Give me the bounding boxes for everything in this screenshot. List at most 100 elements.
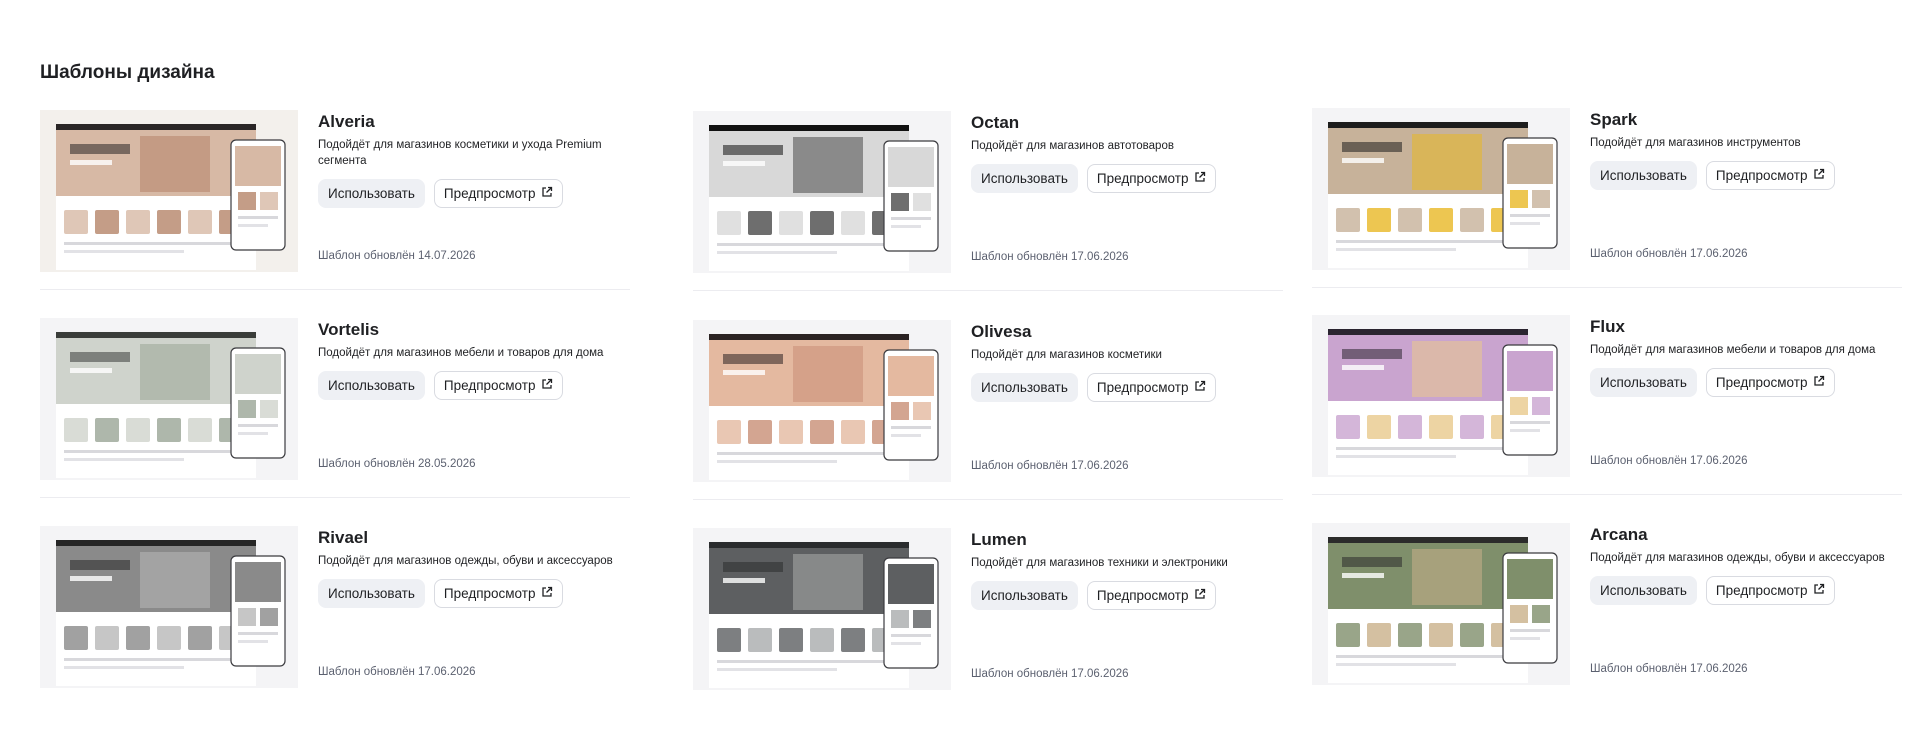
template-name: Octan: [971, 113, 1020, 132]
template-updated-date: Шаблон обновлён 17.06.2026: [1590, 248, 1748, 260]
template-updated-date: Шаблон обновлён 17.06.2026: [318, 666, 476, 678]
external-link-icon: [541, 186, 553, 201]
template-actions: Использовать Предпросмотр: [971, 164, 1283, 193]
use-template-button[interactable]: Использовать: [1590, 161, 1697, 190]
template-info: Alveria Подойдёт для магазинов косметики …: [318, 111, 630, 208]
template-description: Подойдёт для магазинов автотоваров: [971, 140, 1174, 152]
template-preview-image[interactable]: [40, 526, 298, 688]
external-link-icon: [1813, 375, 1825, 390]
template-preview-image[interactable]: [1312, 108, 1570, 270]
template-actions: Использовать Предпросмотр: [1590, 368, 1902, 397]
template-preview-image[interactable]: [693, 528, 951, 690]
template-info: Lumen Подойдёт для магазинов техники и эл…: [971, 529, 1283, 610]
preview-label: Предпросмотр: [1715, 583, 1808, 598]
template-name: Rivael: [318, 528, 369, 547]
template-preview-image[interactable]: [1312, 523, 1570, 685]
template-updated-date: Шаблон обновлён 14.07.2026: [318, 250, 476, 262]
preview-template-button[interactable]: Предпросмотр: [433, 179, 564, 208]
use-template-button[interactable]: Использовать: [318, 179, 425, 208]
template-description: Подойдёт для магазинов одежды, обуви и а…: [1590, 552, 1885, 564]
template-actions: Использовать Предпросмотр: [971, 581, 1283, 610]
external-link-icon: [1194, 380, 1206, 395]
template-preview-image[interactable]: [40, 110, 298, 272]
page-title: Шаблоны дизайна: [40, 62, 215, 83]
template-description: Подойдёт для магазинов мебели и товаров …: [318, 347, 604, 359]
template-description: Подойдёт для магазинов мебели и товаров …: [1590, 344, 1876, 356]
template-preview-image[interactable]: [693, 320, 951, 482]
template-updated-date: Шаблон обновлён 17.06.2026: [971, 251, 1129, 263]
use-template-button[interactable]: Использовать: [318, 371, 425, 400]
template-actions: Использовать Предпросмотр: [1590, 161, 1902, 190]
template-updated-date: Шаблон обновлён 17.06.2026: [971, 460, 1129, 472]
preview-label: Предпросмотр: [443, 586, 536, 601]
template-name: Vortelis: [318, 320, 380, 339]
template-info: Arcana Подойдёт для магазинов одежды, обу…: [1590, 524, 1902, 605]
preview-template-button[interactable]: Предпросмотр: [1705, 368, 1836, 397]
template-info: Spark Подойдёт для магазинов инструментов…: [1590, 109, 1902, 190]
template-name: Alveria: [318, 112, 375, 131]
use-template-button[interactable]: Использовать: [971, 164, 1078, 193]
preview-template-button[interactable]: Предпросмотр: [1705, 576, 1836, 605]
template-name: Flux: [1590, 317, 1625, 336]
use-template-button[interactable]: Использовать: [971, 581, 1078, 610]
template-card-lumen: Lumen Подойдёт для магазинов техники и эл…: [693, 528, 1283, 708]
template-preview-image[interactable]: [693, 111, 951, 273]
template-info: Octan Подойдёт для магазинов автотоваров И…: [971, 112, 1283, 193]
external-link-icon: [541, 586, 553, 601]
template-card-flux: Flux Подойдёт для магазинов мебели и това…: [1312, 315, 1902, 495]
divider: [40, 497, 630, 498]
template-actions: Использовать Предпросмотр: [1590, 576, 1902, 605]
template-card-spark: Spark Подойдёт для магазинов инструментов…: [1312, 108, 1902, 288]
template-name: Lumen: [971, 530, 1027, 549]
template-card-arcana: Arcana Подойдёт для магазинов одежды, обу…: [1312, 523, 1902, 703]
template-updated-date: Шаблон обновлён 17.06.2026: [971, 668, 1129, 680]
external-link-icon: [1813, 583, 1825, 598]
external-link-icon: [1194, 171, 1206, 186]
preview-template-button[interactable]: Предпросмотр: [433, 371, 564, 400]
use-template-button[interactable]: Использовать: [1590, 576, 1697, 605]
template-info: Vortelis Подойдёт для магазинов мебели и …: [318, 319, 630, 400]
template-card-rivael: Rivael Подойдёт для магазинов одежды, обу…: [40, 526, 630, 706]
divider: [693, 290, 1283, 291]
template-description: Подойдёт для магазинов техники и электро…: [971, 557, 1228, 569]
preview-label: Предпросмотр: [443, 186, 536, 201]
template-actions: Использовать Предпросмотр: [318, 579, 630, 608]
preview-label: Предпросмотр: [443, 378, 536, 393]
preview-label: Предпросмотр: [1096, 588, 1189, 603]
external-link-icon: [541, 378, 553, 393]
divider: [1312, 287, 1902, 288]
template-description: Подойдёт для магазинов одежды, обуви и а…: [318, 555, 613, 567]
template-info: Flux Подойдёт для магазинов мебели и това…: [1590, 316, 1902, 397]
template-info: Olivesa Подойдёт для магазинов косметики И…: [971, 321, 1283, 402]
template-preview-image[interactable]: [1312, 315, 1570, 477]
divider: [1312, 494, 1902, 495]
preview-label: Предпросмотр: [1715, 375, 1808, 390]
template-updated-date: Шаблон обновлён 28.05.2026: [318, 458, 476, 470]
template-description: Подойдёт для магазинов инструментов: [1590, 137, 1801, 149]
template-preview-image[interactable]: [40, 318, 298, 480]
preview-template-button[interactable]: Предпросмотр: [1086, 373, 1217, 402]
template-name: Olivesa: [971, 322, 1032, 341]
template-card-olivesa: Olivesa Подойдёт для магазинов косметики И…: [693, 320, 1283, 500]
preview-label: Предпросмотр: [1715, 168, 1808, 183]
use-template-button[interactable]: Использовать: [1590, 368, 1697, 397]
template-description: Подойдёт для магазинов косметики и ухода…: [318, 139, 602, 167]
template-updated-date: Шаблон обновлён 17.06.2026: [1590, 663, 1748, 675]
template-name: Arcana: [1590, 525, 1648, 544]
use-template-button[interactable]: Использовать: [318, 579, 425, 608]
preview-template-button[interactable]: Предпросмотр: [1705, 161, 1836, 190]
preview-template-button[interactable]: Предпросмотр: [1086, 164, 1217, 193]
preview-template-button[interactable]: Предпросмотр: [433, 579, 564, 608]
template-card-alveria: Alveria Подойдёт для магазинов косметики …: [40, 110, 630, 290]
external-link-icon: [1813, 168, 1825, 183]
template-card-vortelis: Vortelis Подойдёт для магазинов мебели и …: [40, 318, 630, 498]
template-updated-date: Шаблон обновлён 17.06.2026: [1590, 455, 1748, 467]
template-actions: Использовать Предпросмотр: [318, 371, 630, 400]
use-template-button[interactable]: Использовать: [971, 373, 1078, 402]
template-description: Подойдёт для магазинов косметики: [971, 349, 1162, 361]
preview-template-button[interactable]: Предпросмотр: [1086, 581, 1217, 610]
divider: [693, 499, 1283, 500]
template-actions: Использовать Предпросмотр: [318, 179, 630, 208]
preview-label: Предпросмотр: [1096, 380, 1189, 395]
template-actions: Использовать Предпросмотр: [971, 373, 1283, 402]
